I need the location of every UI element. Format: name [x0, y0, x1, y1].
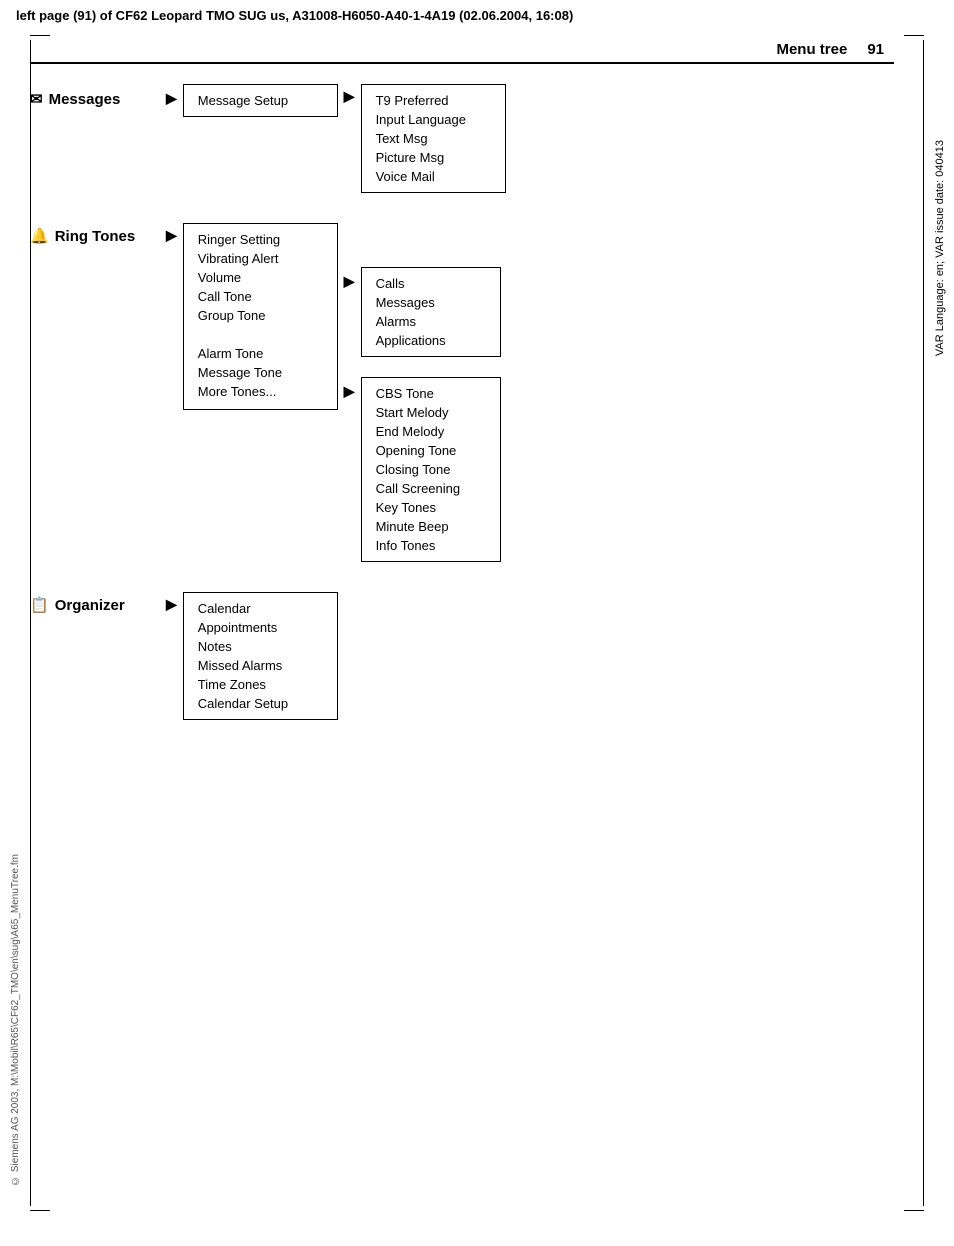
messages-section: ✉ Messages ▶ Message Setup ▶ T9 Preferre…	[30, 84, 894, 193]
organizer-icon: 📋	[30, 596, 49, 614]
picture-msg: Picture Msg	[376, 148, 491, 167]
missed-alarms-item: Missed Alarms	[198, 656, 323, 675]
notes-item: Notes	[198, 637, 323, 656]
message-setup-item: Message Setup	[198, 91, 323, 110]
opening-tone: Opening Tone	[376, 441, 486, 460]
spacer1	[198, 325, 323, 344]
ring-tones-arrow: ▶	[160, 223, 183, 244]
calls-item: Calls	[376, 274, 486, 293]
text-msg: Text Msg	[376, 129, 491, 148]
messages-arrow: ▶	[160, 84, 183, 107]
page-number: 91	[867, 41, 884, 58]
more-tones-arrow: ▶	[338, 377, 361, 400]
call-tone: Call Tone	[198, 287, 323, 306]
organizer-l2-box: Calendar Appointments Notes Missed Alarm…	[183, 592, 338, 720]
time-zones-item: Time Zones	[198, 675, 323, 694]
vibrating-alert: Vibrating Alert	[198, 249, 323, 268]
minute-beep: Minute Beep	[376, 517, 486, 536]
calendar-item: Calendar	[198, 599, 323, 618]
applications-item: Applications	[376, 331, 486, 350]
page-header: left page (91) of CF62 Leopard TMO SUG u…	[0, 0, 954, 31]
group-tone: Group Tone	[198, 306, 323, 325]
ringer-setting: Ringer Setting	[198, 230, 323, 249]
messages-item: Messages	[376, 293, 486, 312]
cbs-tone: CBS Tone	[376, 384, 486, 403]
key-tones: Key Tones	[376, 498, 486, 517]
messages-l3-box: T9 Preferred Input Language Text Msg Pic…	[361, 84, 506, 193]
volume-arrow: ▶	[338, 267, 361, 290]
header-text: left page (91) of CF62 Leopard TMO SUG u…	[16, 8, 573, 23]
organizer-arrow: ▶	[160, 592, 183, 613]
start-melody: Start Melody	[376, 403, 486, 422]
info-tones: Info Tones	[376, 536, 486, 555]
alarm-tone: Alarm Tone	[198, 344, 323, 363]
messages-label: ✉ Messages	[30, 84, 160, 108]
page-title: Menu tree	[776, 41, 847, 58]
page-content: Menu tree 91 ✉ Messages ▶ Message Setup …	[0, 31, 954, 750]
input-language: Input Language	[376, 110, 491, 129]
organizer-label: 📋 Organizer	[30, 592, 160, 614]
voice-mail: Voice Mail	[376, 167, 491, 186]
message-setup-arrow: ▶	[338, 84, 361, 105]
calendar-setup-item: Calendar Setup	[198, 694, 323, 713]
call-screening: Call Screening	[376, 479, 486, 498]
ring-tones-label: 🔔 Ring Tones	[30, 223, 160, 245]
t9-preferred: T9 Preferred	[376, 91, 491, 110]
appointments-item: Appointments	[198, 618, 323, 637]
closing-tone: Closing Tone	[376, 460, 486, 479]
message-tone: Message Tone	[198, 363, 323, 382]
end-melody: End Melody	[376, 422, 486, 441]
more-tones: More Tones...	[198, 382, 323, 401]
ring-tones-text: Ring Tones	[55, 228, 136, 245]
message-setup-box: Message Setup	[183, 84, 338, 117]
organizer-section: 📋 Organizer ▶ Calendar Appointments Note…	[30, 592, 894, 720]
organizer-text: Organizer	[55, 597, 125, 614]
volume: Volume	[198, 268, 323, 287]
volume-children-box: Calls Messages Alarms Applications	[361, 267, 501, 357]
more-tones-children-box: CBS Tone Start Melody End Melody Opening…	[361, 377, 501, 562]
alarms-item: Alarms	[376, 312, 486, 331]
title-bar: Menu tree 91	[30, 41, 894, 64]
ring-tones-section: 🔔 Ring Tones ▶ Ringer Setting Vibrating …	[30, 223, 894, 562]
messages-icon: ✉	[30, 90, 43, 108]
ring-tones-l2-box: Ringer Setting Vibrating Alert Volume Ca…	[183, 223, 338, 410]
messages-text: Messages	[49, 91, 121, 108]
side-text-left: © Siemens AG 2003, M:\Mobil\R65\CF62_TMO…	[10, 854, 21, 1186]
ring-tones-icon: 🔔	[30, 227, 49, 245]
